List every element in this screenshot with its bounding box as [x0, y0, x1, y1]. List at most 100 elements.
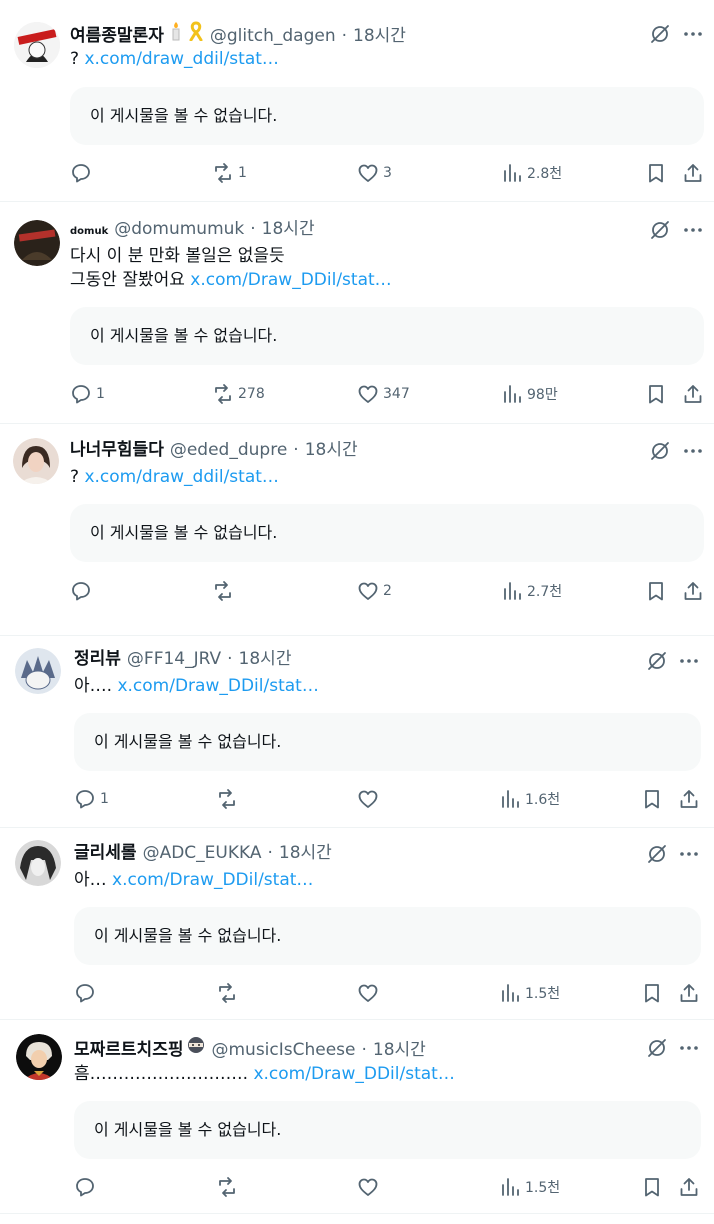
- bookmark-button[interactable]: [645, 161, 667, 185]
- timestamp[interactable]: 18시간: [262, 217, 315, 241]
- quote-unavailable-box[interactable]: 이 게시물을 볼 수 없습니다.: [70, 87, 704, 145]
- quote-unavailable-box[interactable]: 이 게시물을 볼 수 없습니다.: [74, 1101, 701, 1159]
- display-name[interactable]: 나너무힘들다: [70, 438, 164, 462]
- share-button[interactable]: [682, 579, 704, 603]
- avatar[interactable]: [16, 1034, 62, 1080]
- grok-icon[interactable]: [646, 843, 668, 865]
- tweet[interactable]: 글리세롤 @ADC_EUKKA · 18시간 아… x.com/Draw_DDi…: [0, 828, 714, 1020]
- like-button[interactable]: [357, 981, 383, 1005]
- quote-unavailable-box[interactable]: 이 게시물을 볼 수 없습니다.: [70, 504, 704, 562]
- more-icon[interactable]: [678, 1037, 700, 1059]
- views-button[interactable]: 2.8천: [501, 161, 562, 185]
- more-icon[interactable]: [682, 23, 704, 45]
- views-button[interactable]: 1.5천: [499, 981, 560, 1005]
- like-button[interactable]: 2: [357, 579, 392, 603]
- tweet-text: ? x.com/draw_ddil/stat…: [70, 465, 279, 489]
- reply-button[interactable]: 1: [70, 382, 105, 406]
- quote-unavailable-box[interactable]: 이 게시물을 볼 수 없습니다.: [74, 907, 701, 965]
- reply-button[interactable]: [74, 1175, 100, 1199]
- reply-icon: [72, 164, 90, 183]
- repost-button[interactable]: [216, 981, 242, 1005]
- bookmark-button[interactable]: [645, 579, 667, 603]
- tweet-link[interactable]: x.com/Draw_DDil/stat…: [190, 270, 391, 290]
- reply-button[interactable]: [70, 579, 96, 603]
- handle[interactable]: @glitch_dagen: [210, 24, 336, 48]
- bookmark-button[interactable]: [641, 1175, 663, 1199]
- handle[interactable]: @FF14_JRV: [127, 647, 221, 671]
- views-button[interactable]: 1.6천: [499, 787, 560, 811]
- tweet[interactable]: 나너무힘들다 @eded_dupre · 18시간 ? x.com/draw_d…: [0, 424, 714, 636]
- like-button[interactable]: 3: [357, 161, 392, 185]
- views-button[interactable]: 2.7천: [501, 579, 562, 603]
- display-name[interactable]: 글리세롤: [74, 841, 137, 865]
- grok-icon[interactable]: [649, 23, 671, 45]
- share-button[interactable]: [678, 787, 700, 811]
- share-button[interactable]: [678, 981, 700, 1005]
- share-button[interactable]: [678, 1175, 700, 1199]
- tweet[interactable]: 여름종말론자 @glitch_dagen · 18시간 ? x.com/draw…: [0, 0, 714, 202]
- repost-button[interactable]: [216, 787, 242, 811]
- like-button[interactable]: 347: [357, 382, 410, 406]
- bookmark-button[interactable]: [645, 382, 667, 406]
- handle[interactable]: @musicIsCheese: [211, 1038, 355, 1062]
- views-button[interactable]: 98만: [501, 382, 558, 406]
- repost-count: 1: [238, 165, 247, 181]
- avatar[interactable]: [15, 648, 61, 694]
- bookmark-button[interactable]: [641, 981, 663, 1005]
- avatar[interactable]: [14, 22, 60, 68]
- timestamp[interactable]: 18시간: [373, 1038, 426, 1062]
- like-icon: [358, 164, 378, 182]
- avatar[interactable]: [14, 220, 60, 266]
- tweet-link[interactable]: x.com/draw_ddil/stat…: [84, 467, 278, 487]
- bookmark-button[interactable]: [641, 787, 663, 811]
- display-name[interactable]: domuk: [70, 220, 108, 244]
- tweet-text: 다시 이 분 만화 볼일은 없을듯 그동안 잘봤어요 x.com/Draw_DD…: [70, 244, 392, 292]
- grok-icon[interactable]: [646, 1037, 668, 1059]
- more-icon[interactable]: [682, 440, 704, 462]
- grok-icon[interactable]: [649, 219, 671, 241]
- tweet-link[interactable]: x.com/Draw_DDil/stat…: [253, 1064, 454, 1084]
- reply-button[interactable]: [74, 981, 100, 1005]
- more-icon[interactable]: [682, 219, 704, 241]
- like-button[interactable]: [357, 1175, 383, 1199]
- grok-icon[interactable]: [649, 440, 671, 462]
- tweet[interactable]: domuk @domumumuk · 18시간 다시 이 분 만화 볼일은 없을…: [0, 202, 714, 424]
- display-name[interactable]: 정리뷰: [74, 647, 121, 671]
- quote-unavailable-box[interactable]: 이 게시물을 볼 수 없습니다.: [70, 307, 704, 365]
- views-button[interactable]: 1.5천: [499, 1175, 560, 1199]
- timestamp[interactable]: 18시간: [353, 24, 406, 48]
- like-icon: [358, 385, 378, 403]
- repost-button[interactable]: 278: [212, 382, 265, 406]
- share-button[interactable]: [682, 382, 704, 406]
- avatar[interactable]: [15, 840, 61, 886]
- timestamp[interactable]: 18시간: [279, 841, 332, 865]
- tweet-link[interactable]: x.com/draw_ddil/stat…: [84, 49, 278, 69]
- more-icon[interactable]: [678, 843, 700, 865]
- handle[interactable]: @ADC_EUKKA: [143, 841, 262, 865]
- tweet[interactable]: 모짜르트치즈핑 @musicIsCheese · 18시간 흠…………………………: [0, 1020, 714, 1214]
- quote-unavailable-box[interactable]: 이 게시물을 볼 수 없습니다.: [74, 713, 701, 771]
- timestamp[interactable]: 18시간: [239, 647, 292, 671]
- reply-button[interactable]: 1: [74, 787, 109, 811]
- timestamp[interactable]: 18시간: [305, 438, 358, 462]
- tweet-link[interactable]: x.com/Draw_DDil/stat…: [112, 870, 313, 890]
- tweet-header: domuk @domumumuk · 18시간: [70, 217, 315, 244]
- tweet[interactable]: 정리뷰 @FF14_JRV · 18시간 아…. x.com/Draw_DDil…: [0, 636, 714, 828]
- bookmark-icon: [645, 790, 659, 809]
- display-name[interactable]: 모짜르트치즈핑: [74, 1038, 183, 1062]
- more-icon[interactable]: [678, 650, 700, 672]
- like-button[interactable]: [357, 787, 383, 811]
- views-icon: [502, 984, 519, 1002]
- repost-button[interactable]: [216, 1175, 242, 1199]
- display-name[interactable]: 여름종말론자: [70, 24, 164, 48]
- views-icon: [504, 164, 521, 182]
- reply-button[interactable]: [70, 161, 96, 185]
- tweet-link[interactable]: x.com/Draw_DDil/stat…: [117, 676, 318, 696]
- repost-button[interactable]: 1: [212, 161, 247, 185]
- grok-icon[interactable]: [646, 650, 668, 672]
- repost-button[interactable]: [212, 579, 238, 603]
- handle[interactable]: @eded_dupre: [170, 438, 287, 462]
- handle[interactable]: @domumumuk: [114, 217, 244, 241]
- avatar[interactable]: [13, 438, 59, 484]
- share-button[interactable]: [682, 161, 704, 185]
